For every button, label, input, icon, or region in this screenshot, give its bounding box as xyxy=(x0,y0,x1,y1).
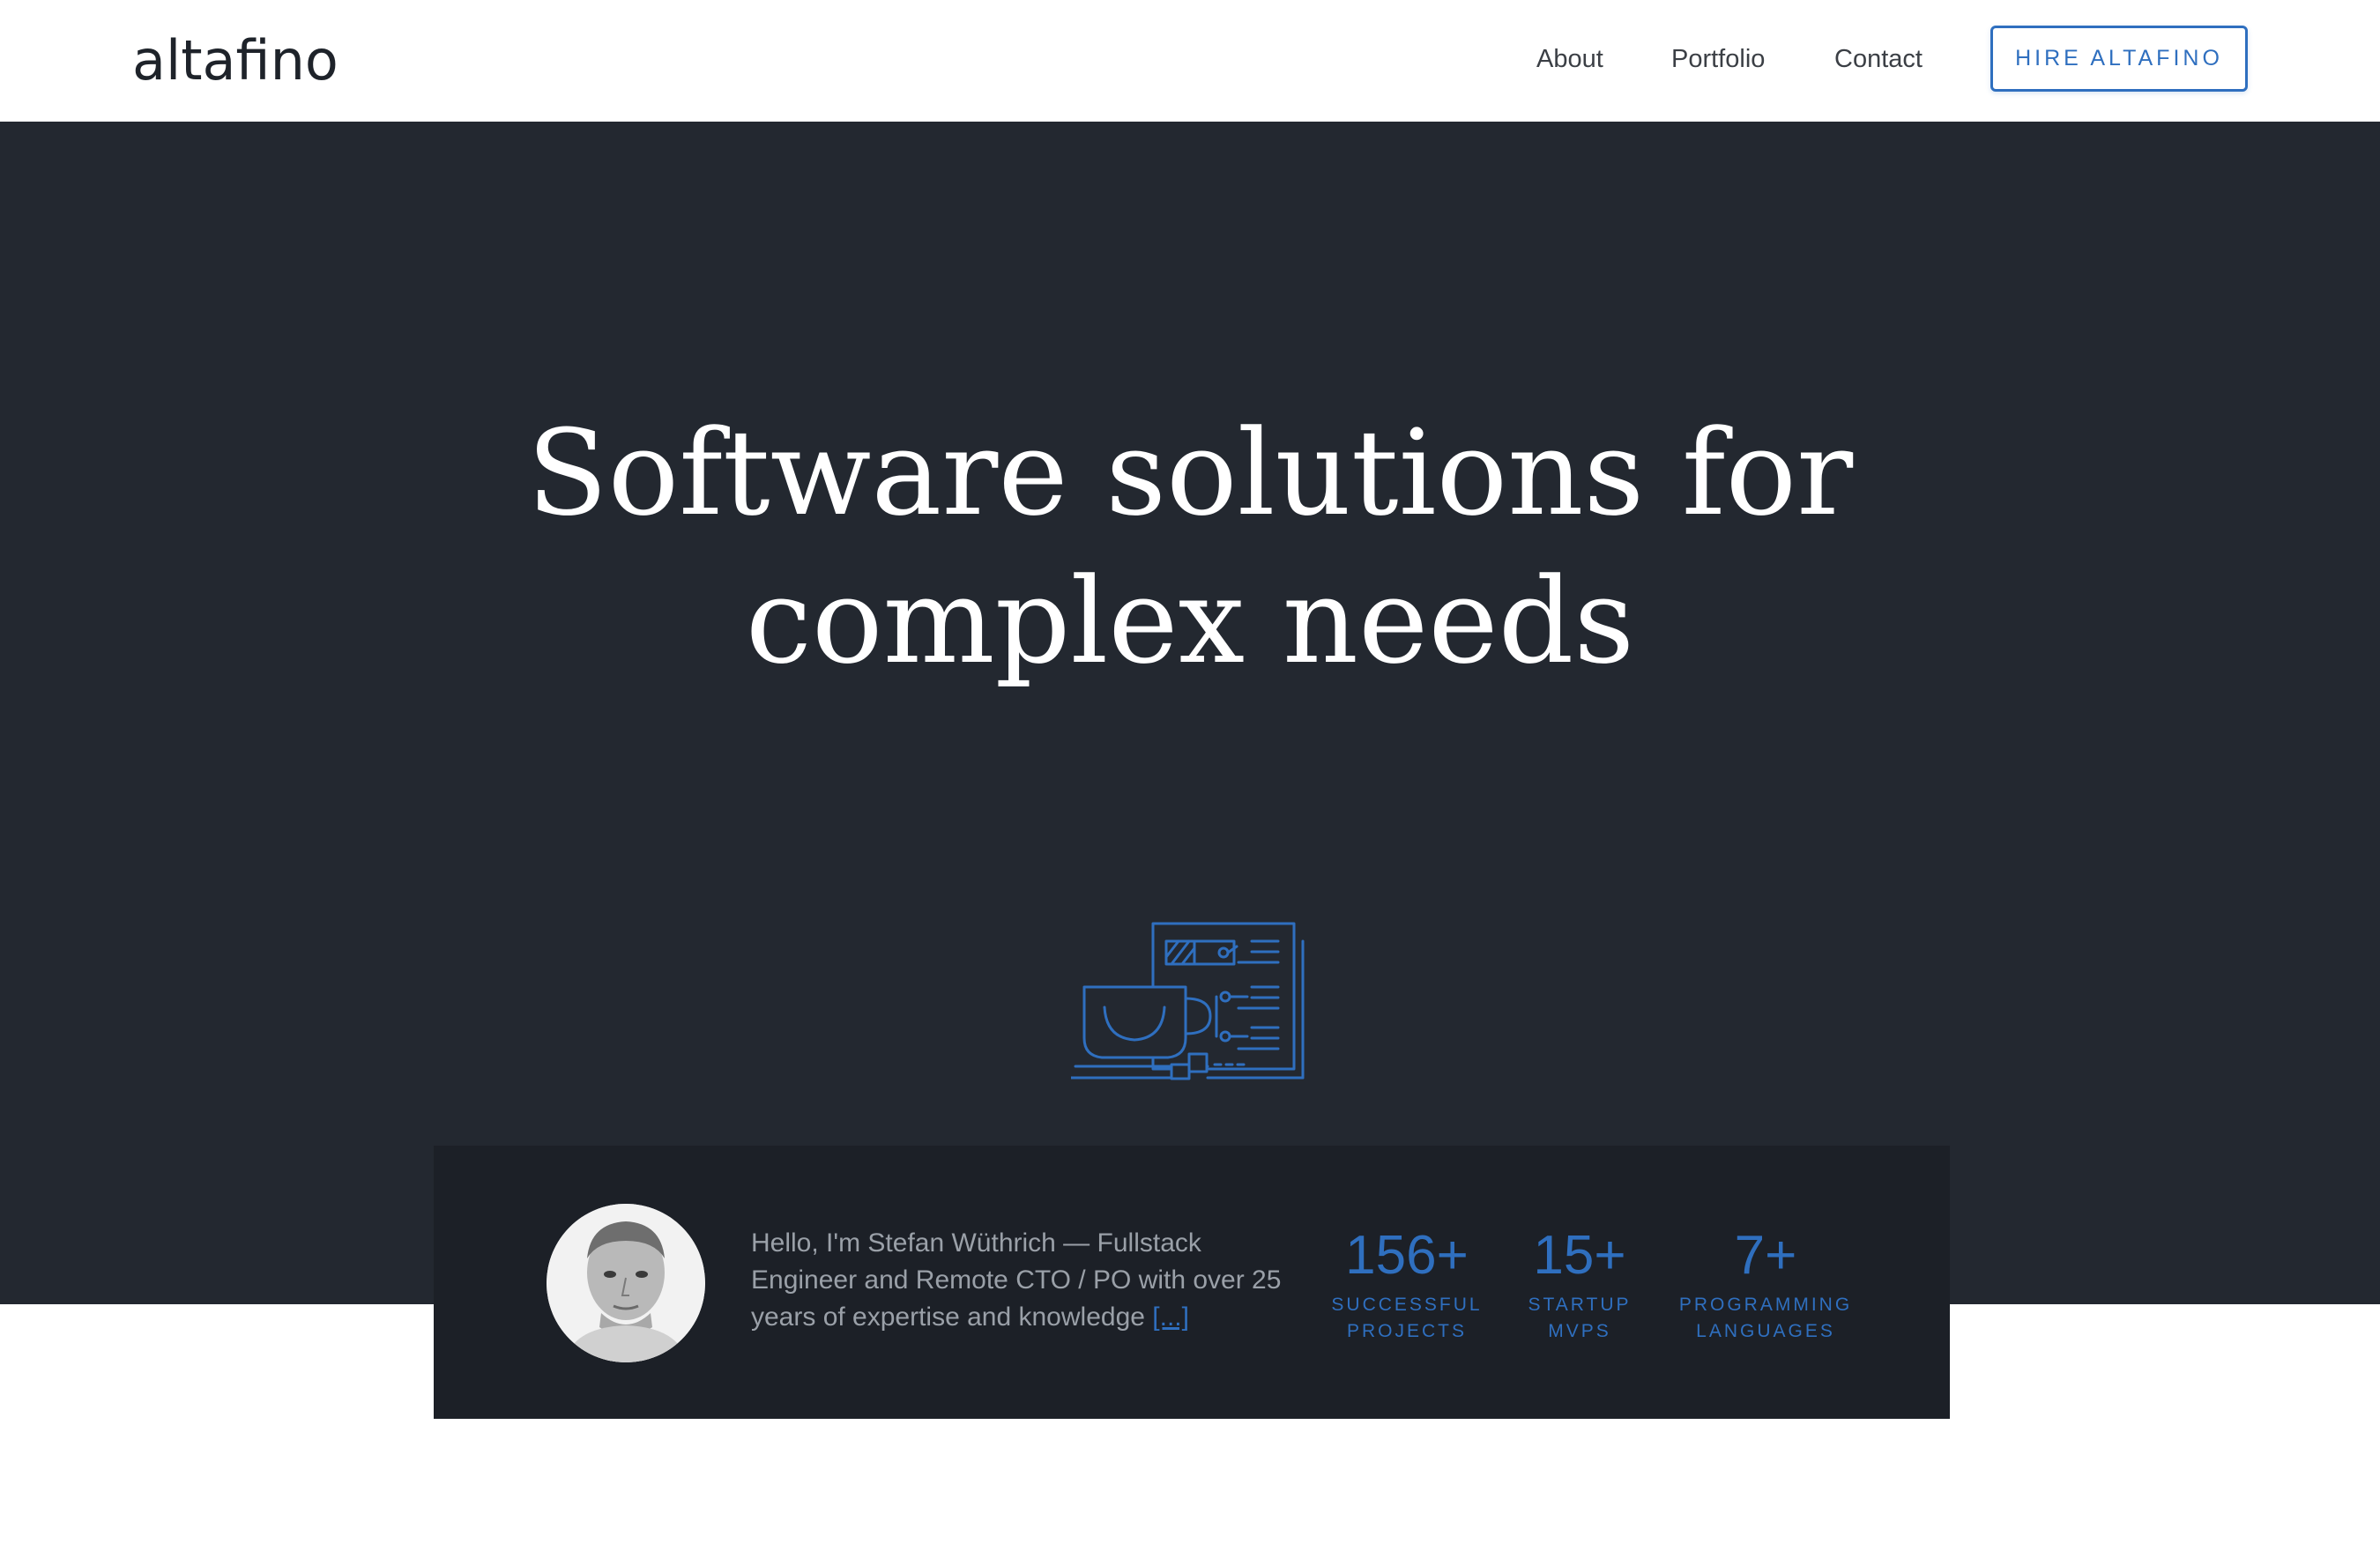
hero-title-line-1: Software solutions for xyxy=(526,404,1854,542)
bio-text-content: Hello, I'm Stefan Wüthrich — Fullstack E… xyxy=(751,1228,1282,1332)
hero-title-line-2: complex needs xyxy=(745,553,1635,690)
stat-label: STARTUP MVPS xyxy=(1528,1295,1632,1341)
stat-value: 156+ xyxy=(1345,1225,1469,1286)
avatar xyxy=(547,1204,705,1362)
stat-successful-projects: 156+ SUCCESSFUL PROJECTS xyxy=(1319,1225,1495,1345)
stat-programming-languages: 7+ PROGRAMMING LANGUAGES xyxy=(1671,1225,1860,1345)
site-logo[interactable]: altafino xyxy=(132,25,338,97)
stat-label: PROGRAMMING LANGUAGES xyxy=(1678,1295,1853,1341)
site-header: altafino About Portfolio Contact HIRE AL… xyxy=(0,0,2380,122)
stat-startup-mvps: 15+ STARTUP MVPS xyxy=(1509,1225,1650,1345)
stat-label: SUCCESSFUL PROJECTS xyxy=(1331,1295,1483,1341)
stat-value: 15+ xyxy=(1533,1225,1626,1286)
hire-button[interactable]: HIRE ALTAFINO xyxy=(1990,26,2248,92)
stat-value: 7+ xyxy=(1734,1225,1797,1286)
nav-link-contact[interactable]: Contact xyxy=(1834,39,1923,79)
nav-link-portfolio[interactable]: Portfolio xyxy=(1671,39,1765,79)
hero-title: Software solutions for complex needs xyxy=(0,399,2380,695)
bio-read-more-link[interactable]: [...] xyxy=(1152,1302,1189,1332)
hero-section: Software solutions for complex needs xyxy=(0,122,2380,1304)
coffee-cup-and-document-icon xyxy=(1069,915,1313,1091)
bio-text: Hello, I'm Stefan Wüthrich — Fullstack E… xyxy=(751,1225,1298,1336)
intro-panel: Hello, I'm Stefan Wüthrich — Fullstack E… xyxy=(434,1146,1950,1419)
nav-link-about[interactable]: About xyxy=(1536,39,1603,79)
